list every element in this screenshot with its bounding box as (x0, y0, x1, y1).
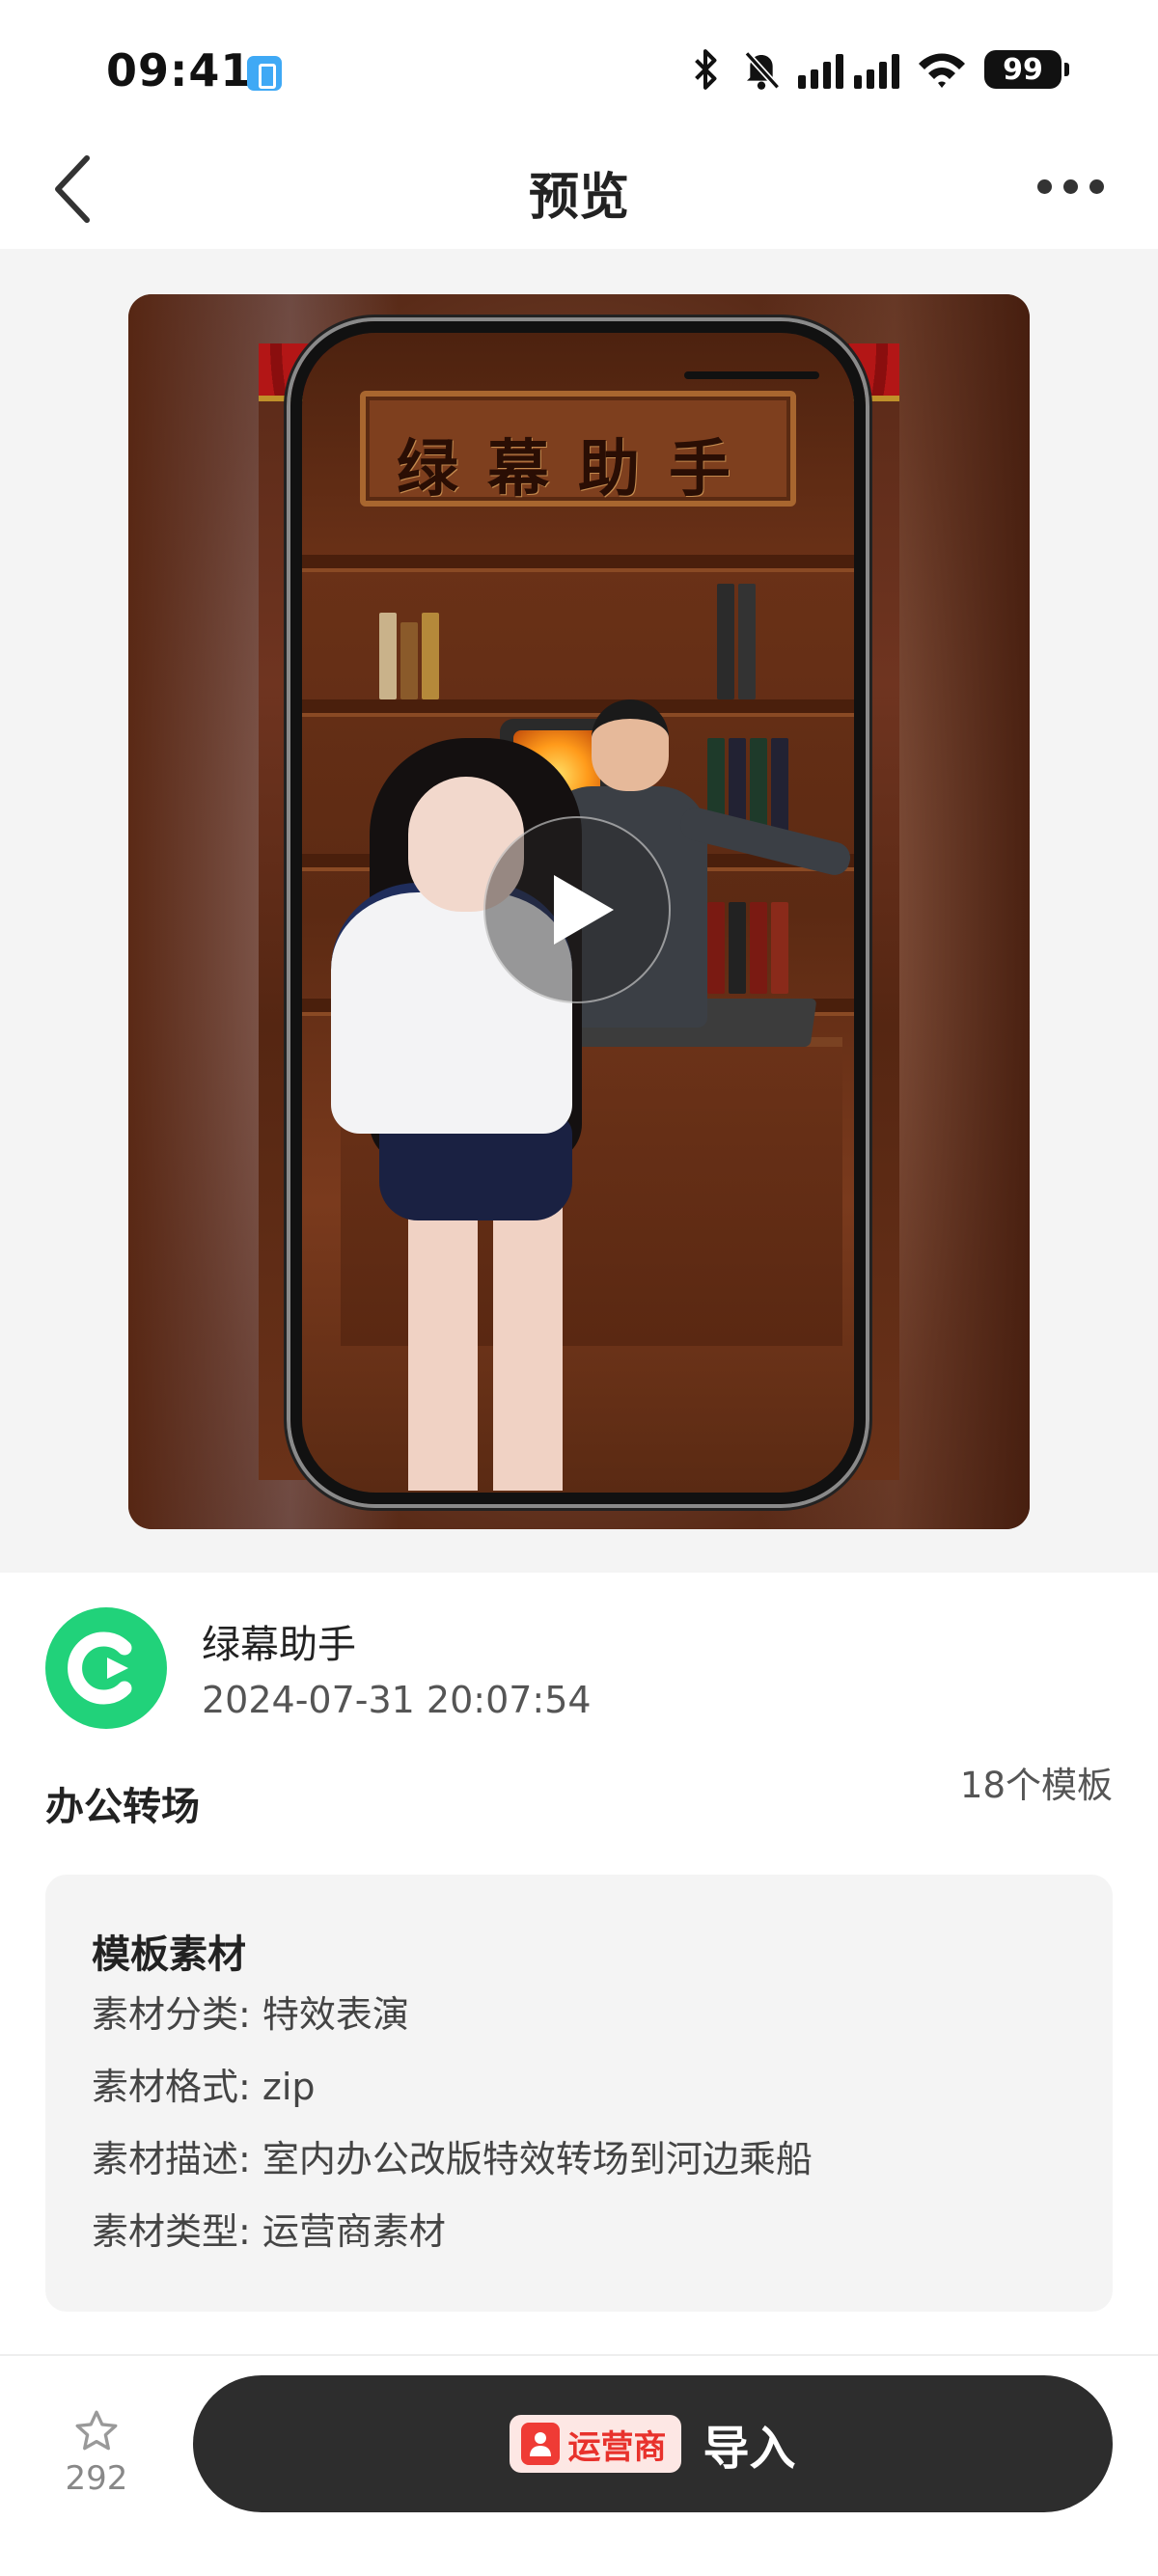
preview-area: 绿幕助手 (0, 249, 1158, 1573)
import-label: 导入 (703, 2422, 796, 2476)
logo-icon (68, 1631, 132, 1705)
carrier-label: 运营商 (567, 2427, 667, 2467)
star-icon (75, 2410, 118, 2451)
page-title: 预览 (528, 169, 629, 227)
publish-time: 2024-07-31 20:07:54 (202, 1679, 592, 1721)
template-count[interactable]: 18个模板 (960, 1756, 1113, 1808)
wifi-icon (919, 53, 965, 88)
detail-category: 素材分类: 特效表演 (92, 1993, 409, 2036)
bluetooth-icon (695, 49, 717, 90)
app-notification-icon (247, 56, 282, 91)
more-dots-icon (1037, 179, 1052, 194)
status-time: 09:41 (106, 44, 253, 96)
play-icon (554, 875, 614, 945)
favorite-button[interactable]: 292 (48, 2407, 145, 2523)
screen: 09:41 99 预览 绿幕助手 绿幕助手 2024-07-31 20:07:5… (0, 0, 1158, 2576)
detail-description: 素材描述: 室内办公改版特效转场到河边乘船 (92, 2138, 813, 2180)
import-button[interactable]: 运营商 导入 (193, 2375, 1113, 2512)
nav-bar: 预览 (0, 135, 1158, 249)
detail-format: 素材格式: zip (92, 2066, 316, 2108)
favorite-count: 292 (65, 2459, 128, 2498)
material-details-card: 模板素材 素材分类: 特效表演 素材格式: zip 素材描述: 室内办公改版特效… (45, 1875, 1113, 2312)
carrier-user-icon (521, 2423, 561, 2465)
detail-type: 素材类型: 运营商素材 (92, 2210, 446, 2253)
cellular-signal-icon (798, 50, 899, 89)
bottom-divider (0, 2354, 1158, 2356)
bell-muted-icon (744, 51, 781, 90)
author-name[interactable]: 绿幕助手 (202, 1613, 356, 1669)
status-bar: 09:41 99 (0, 0, 1158, 145)
template-title: 办公转场 (45, 1785, 200, 1829)
details-heading: 模板素材 (92, 1932, 246, 1977)
more-button[interactable] (1028, 170, 1114, 204)
status-icons: 99 (686, 48, 1069, 91)
play-button[interactable] (483, 816, 671, 1003)
author-row: 绿幕助手 2024-07-31 20:07:54 (45, 1607, 1113, 1729)
avatar[interactable] (45, 1607, 167, 1729)
battery-icon: 99 (984, 50, 1069, 89)
carrier-tag: 运营商 (510, 2415, 682, 2473)
